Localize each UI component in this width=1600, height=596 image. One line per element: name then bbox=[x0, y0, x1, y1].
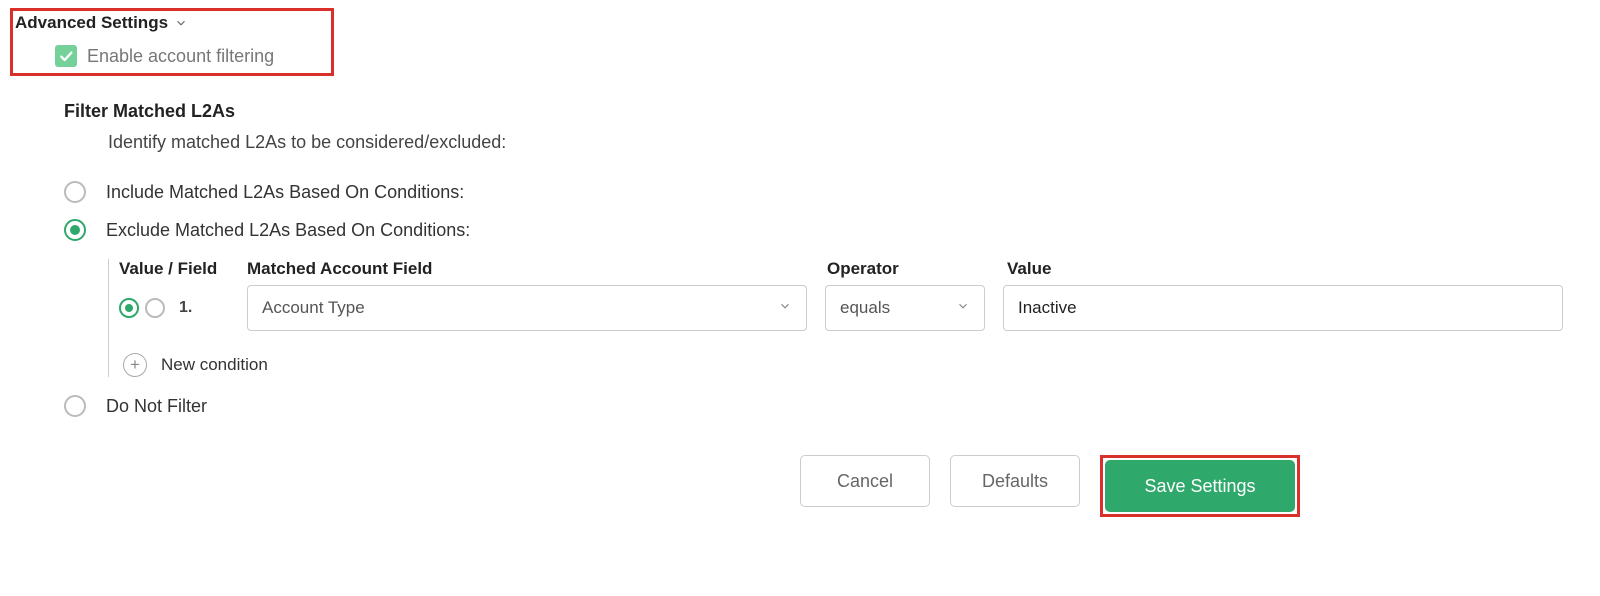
value-input-text: Inactive bbox=[1018, 298, 1077, 318]
plus-icon: + bbox=[130, 355, 140, 375]
chevron-down-icon bbox=[778, 298, 792, 318]
cancel-button[interactable]: Cancel bbox=[800, 455, 930, 507]
chevron-down-icon bbox=[174, 16, 188, 30]
enable-account-filtering-checkbox[interactable] bbox=[55, 45, 77, 67]
radio-exclude-label: Exclude Matched L2As Based On Conditions… bbox=[106, 220, 470, 241]
defaults-label: Defaults bbox=[982, 471, 1048, 492]
advanced-settings-title: Advanced Settings bbox=[15, 13, 168, 33]
advanced-settings-toggle[interactable]: Advanced Settings bbox=[15, 13, 325, 33]
chevron-down-icon bbox=[956, 298, 970, 318]
radio-do-not-filter[interactable] bbox=[64, 395, 86, 417]
save-label: Save Settings bbox=[1144, 476, 1255, 497]
radio-do-not-filter-label: Do Not Filter bbox=[106, 396, 207, 417]
radio-include[interactable] bbox=[64, 181, 86, 203]
matched-account-field-select[interactable]: Account Type bbox=[247, 285, 807, 331]
radio-include-label: Include Matched L2As Based On Conditions… bbox=[106, 182, 464, 203]
condition-number: 1. bbox=[171, 299, 192, 317]
col-header-value-field: Value / Field bbox=[119, 259, 247, 279]
add-condition-label: New condition bbox=[161, 355, 268, 375]
matched-account-field-value: Account Type bbox=[262, 298, 365, 318]
defaults-button[interactable]: Defaults bbox=[950, 455, 1080, 507]
check-icon bbox=[58, 48, 74, 64]
filter-title: Filter Matched L2As bbox=[64, 101, 1590, 122]
radio-value-mode[interactable] bbox=[119, 298, 139, 318]
save-settings-button[interactable]: Save Settings bbox=[1105, 460, 1295, 512]
filter-subtitle: Identify matched L2As to be considered/e… bbox=[64, 122, 1590, 173]
col-header-field: Matched Account Field bbox=[247, 259, 827, 279]
cancel-label: Cancel bbox=[837, 471, 893, 492]
advanced-settings-highlight: Advanced Settings Enable account filteri… bbox=[10, 8, 334, 76]
add-condition-button[interactable]: + bbox=[123, 353, 147, 377]
col-header-value: Value bbox=[1007, 259, 1590, 279]
col-header-operator: Operator bbox=[827, 259, 1007, 279]
operator-value: equals bbox=[840, 298, 890, 318]
save-highlight: Save Settings bbox=[1100, 455, 1300, 517]
value-input[interactable]: Inactive bbox=[1003, 285, 1563, 331]
radio-exclude[interactable] bbox=[64, 219, 86, 241]
operator-select[interactable]: equals bbox=[825, 285, 985, 331]
conditions-block: Value / Field Matched Account Field Oper… bbox=[108, 259, 1590, 377]
condition-row: 1. Account Type equals Inactive bbox=[119, 285, 1590, 331]
radio-field-mode[interactable] bbox=[145, 298, 165, 318]
enable-account-filtering-label: Enable account filtering bbox=[87, 46, 274, 67]
